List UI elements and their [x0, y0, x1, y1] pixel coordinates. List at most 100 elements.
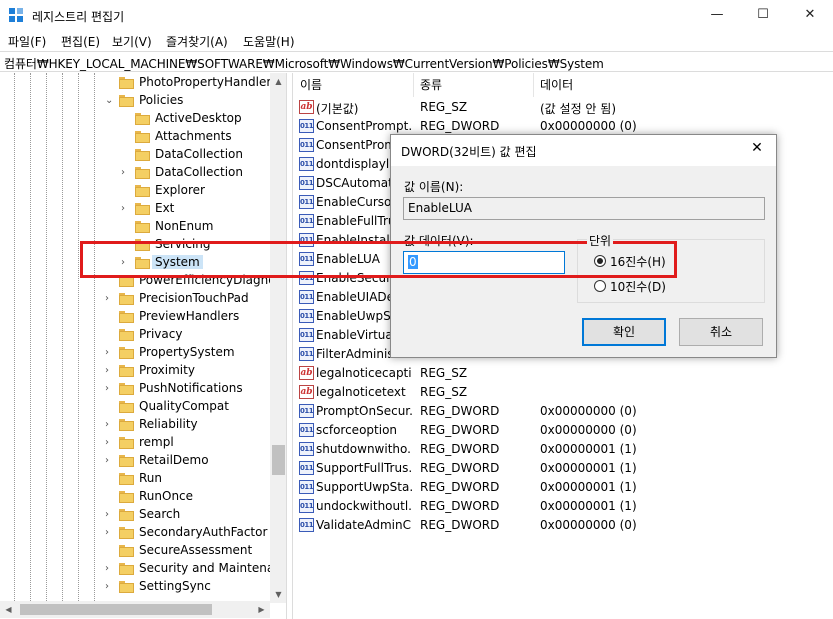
address-path[interactable]: 컴퓨터₩HKEY_LOCAL_MACHINE₩SOFTWARE₩Microsof…	[4, 55, 604, 72]
ok-button[interactable]: 확인	[582, 318, 666, 346]
value-name: ValidateAdminC...	[316, 518, 412, 532]
chevron-right-icon[interactable]: ›	[105, 293, 115, 305]
chevron-right-icon[interactable]	[105, 473, 115, 485]
value-name-label: 값 이름(N):	[404, 180, 464, 194]
folder-icon	[119, 293, 134, 305]
value-row[interactable]: 011 scforceoption REG_DWORD 0x00000000 (0)	[294, 421, 833, 440]
pane-splitter[interactable]	[287, 73, 293, 619]
value-type: REG_DWORD	[420, 518, 500, 532]
column-header-type[interactable]: 종류	[414, 73, 534, 97]
value-row[interactable]: ab legalnoticetext REG_SZ	[294, 383, 833, 402]
value-name: undockwithoutl...	[316, 499, 412, 513]
binary-value-icon: 011	[299, 423, 314, 437]
column-header-data[interactable]: 데이터	[534, 73, 833, 97]
chevron-right-icon[interactable]: ›	[105, 527, 115, 539]
scroll-left-arrow-icon[interactable]: ◀	[0, 601, 17, 618]
chevron-right-icon[interactable]: ›	[105, 419, 115, 431]
chevron-right-icon[interactable]	[121, 131, 131, 143]
menu-file[interactable]: 파일(F)	[8, 33, 46, 50]
chevron-right-icon[interactable]: ›	[105, 365, 115, 377]
dialog-close-icon[interactable]: ✕	[746, 140, 768, 156]
value-data-text[interactable]: 0	[408, 255, 418, 269]
hex-radio-label[interactable]: 16진수(H)	[610, 253, 666, 270]
maximize-button[interactable]: ☐	[740, 0, 786, 30]
dec-radio[interactable]	[594, 280, 606, 292]
menu-edit[interactable]: 편집(E)	[61, 33, 100, 50]
hex-radio[interactable]	[594, 255, 606, 267]
value-type: REG_SZ	[420, 100, 468, 114]
chevron-right-icon[interactable]	[105, 545, 115, 557]
chevron-right-icon[interactable]	[121, 149, 131, 161]
folder-icon	[119, 365, 134, 377]
window-title: 레지스트리 편집기	[32, 10, 125, 24]
minimize-button[interactable]: —	[694, 0, 740, 30]
chevron-right-icon[interactable]: ›	[105, 509, 115, 521]
chevron-right-icon[interactable]: ›	[121, 203, 131, 215]
value-name: PromptOnSecur...	[316, 404, 412, 418]
chevron-right-icon[interactable]: ›	[105, 347, 115, 359]
value-data-input[interactable]: 0	[403, 251, 565, 274]
chevron-right-icon[interactable]: ›	[105, 563, 115, 575]
scroll-thumb[interactable]	[272, 445, 285, 475]
binary-value-icon: 011	[299, 442, 314, 456]
tree-item-label: Run	[139, 471, 163, 485]
chevron-right-icon[interactable]	[121, 221, 131, 233]
cancel-button[interactable]: 취소	[679, 318, 763, 346]
menu-view[interactable]: 보기(V)	[112, 33, 152, 50]
chevron-right-icon[interactable]: ›	[121, 167, 131, 179]
scroll-thumb[interactable]	[20, 604, 212, 615]
chevron-right-icon[interactable]	[121, 185, 131, 197]
value-row[interactable]: 011 ValidateAdminC... REG_DWORD 0x00000000 …	[294, 516, 833, 535]
value-row[interactable]: 011 undockwithoutl... REG_DWORD 0x00000001 …	[294, 497, 833, 516]
value-row[interactable]: ab (기본값) REG_SZ (값 설정 안 됨)	[294, 98, 833, 117]
chevron-right-icon[interactable]	[105, 329, 115, 341]
menu-favorites[interactable]: 즐겨찾기(A)	[166, 33, 228, 50]
chevron-down-icon[interactable]: ⌄	[105, 95, 115, 107]
chevron-right-icon[interactable]: ›	[105, 455, 115, 467]
dec-radio-label[interactable]: 10진수(D)	[610, 278, 666, 295]
value-row[interactable]: 011 SupportUwpSta... REG_DWORD 0x00000001 (…	[294, 478, 833, 497]
tree-horizontal-scrollbar[interactable]: ◀ ▶	[0, 601, 270, 618]
scroll-up-arrow-icon[interactable]: ▲	[270, 73, 286, 90]
value-row[interactable]: 011 shutdownwitho... REG_DWORD 0x00000001 (…	[294, 440, 833, 459]
folder-icon	[119, 77, 134, 89]
binary-value-icon: 011	[299, 195, 314, 209]
close-button[interactable]: ✕	[787, 0, 833, 30]
binary-value-icon: 011	[299, 309, 314, 323]
folder-icon	[119, 383, 134, 395]
value-type: REG_DWORD	[420, 480, 500, 494]
value-type: REG_DWORD	[420, 461, 500, 475]
tree-item-label: PreviewHandlers	[139, 309, 240, 323]
folder-icon	[135, 203, 150, 215]
chevron-right-icon[interactable]	[105, 401, 115, 413]
value-type: REG_DWORD	[420, 423, 500, 437]
value-row[interactable]: ablegalnoticecapti... REG_SZ	[294, 364, 833, 383]
tree-item-label: Explorer	[155, 183, 205, 197]
chevron-right-icon[interactable]: ›	[105, 437, 115, 449]
chevron-right-icon[interactable]	[105, 311, 115, 323]
binary-value-icon: 011	[299, 499, 314, 513]
value-name: legalnoticecapti...	[316, 366, 412, 380]
chevron-right-icon[interactable]	[105, 491, 115, 503]
address-bar[interactable]: 컴퓨터₩HKEY_LOCAL_MACHINE₩SOFTWARE₩Microsof…	[0, 51, 833, 72]
value-row[interactable]: 011 PromptOnSecur... REG_DWORD 0x00000000 (…	[294, 402, 833, 421]
value-type: REG_SZ	[420, 385, 468, 399]
tree-item-label: SecondaryAuthFactor	[139, 525, 268, 539]
binary-value-icon: 011	[299, 480, 314, 494]
chevron-right-icon[interactable]: ›	[105, 581, 115, 593]
chevron-right-icon[interactable]	[105, 275, 115, 287]
value-row[interactable]: 011 SupportFullTrus... REG_DWORD 0x00000001…	[294, 459, 833, 478]
chevron-right-icon[interactable]	[105, 77, 115, 89]
scroll-down-arrow-icon[interactable]: ▼	[270, 586, 286, 603]
menu-help[interactable]: 도움말(H)	[243, 33, 295, 50]
folder-icon	[135, 185, 150, 197]
scroll-right-arrow-icon[interactable]: ▶	[253, 601, 270, 618]
chevron-right-icon[interactable]: ›	[121, 257, 131, 269]
chevron-right-icon[interactable]: ›	[105, 383, 115, 395]
chevron-right-icon[interactable]	[121, 113, 131, 125]
key-tree-pane[interactable]: PhotoPropertyHandler ⌄ Policies ActiveDeskt…	[0, 73, 287, 619]
folder-icon	[135, 113, 150, 125]
column-header-name[interactable]: 이름	[294, 73, 414, 97]
tree-vertical-scrollbar[interactable]: ▲ ▼	[270, 73, 286, 603]
chevron-right-icon[interactable]	[121, 239, 131, 251]
